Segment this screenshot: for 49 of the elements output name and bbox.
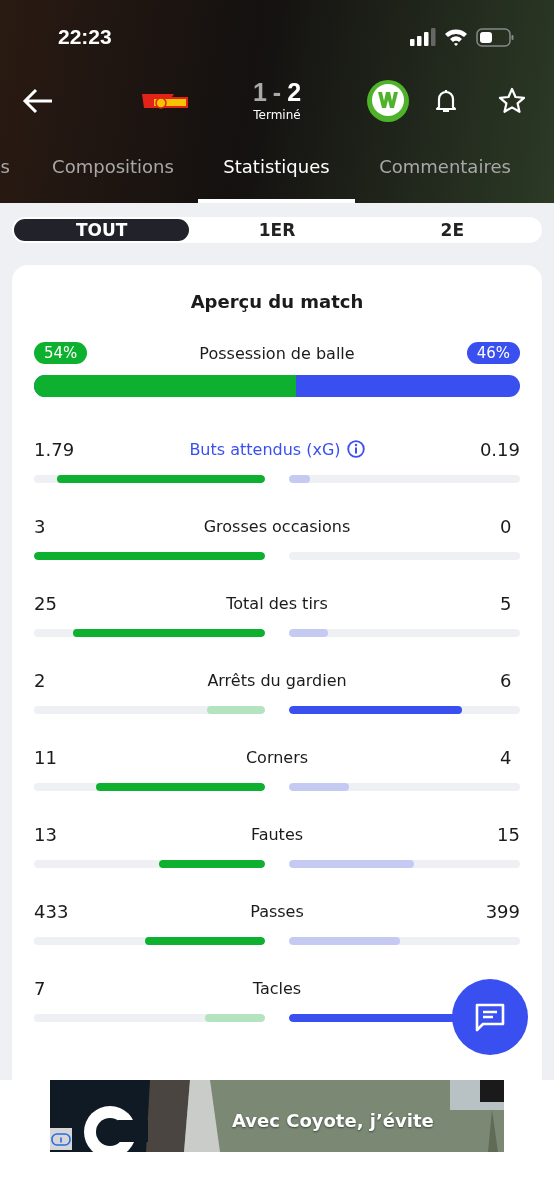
stat-label: Arrêts du gardien: [207, 670, 347, 690]
signal-icon: [410, 28, 436, 46]
stat-label[interactable]: Buts attendus (xG): [189, 439, 341, 459]
period-tab[interactable]: TOUT: [14, 219, 190, 241]
bell-icon[interactable]: [434, 88, 458, 114]
tab[interactable]: s: [0, 128, 10, 203]
away-possession: 46%: [466, 342, 520, 364]
chat-icon: [474, 1002, 506, 1032]
home-value: 11: [34, 746, 57, 768]
score-separator: -: [272, 80, 282, 105]
period-tab[interactable]: 2E: [364, 219, 540, 241]
away-value: 0: [500, 515, 513, 537]
away-value: 15: [497, 823, 520, 845]
clock-time: 22:23: [58, 25, 112, 49]
stat-label: Possession de balle: [199, 343, 355, 363]
stat-label: Tacles: [252, 978, 302, 998]
home-value: 433: [34, 900, 69, 922]
home-value: 3: [34, 515, 47, 537]
tab[interactable]: Compositions: [48, 128, 178, 203]
away-value: 399: [485, 900, 520, 922]
away-value: 5: [500, 592, 513, 614]
away-value: 6: [500, 669, 513, 691]
stat-label: Corners: [245, 747, 309, 767]
stat-label: Fautes: [250, 824, 304, 844]
stat-label: Grosses occasions: [203, 516, 351, 536]
club-crest-icon: [366, 79, 410, 123]
home-value: 25: [34, 592, 57, 614]
home-value: 13: [34, 823, 57, 845]
away-score: 2: [287, 80, 302, 105]
wifi-icon: [444, 28, 468, 46]
away-value: 0.19: [479, 438, 520, 460]
club-crest-icon: [142, 92, 188, 110]
home-score: 1: [252, 80, 267, 105]
home-possession: 54%: [34, 342, 88, 364]
ad-headline[interactable]: Avec Coyote, j’évite: [232, 1110, 434, 1131]
stat-label: Passes: [250, 901, 304, 921]
away-value: 4: [500, 746, 513, 768]
home-value: 2: [34, 669, 47, 691]
back-arrow-icon[interactable]: [22, 88, 54, 114]
period-tab[interactable]: 1ER: [189, 219, 365, 241]
star-icon[interactable]: [498, 87, 526, 115]
stat-label: Total des tirs: [226, 593, 328, 613]
home-value: 7: [34, 977, 47, 999]
tab[interactable]: Commentaires: [377, 128, 513, 203]
card-title: Aperçu du match: [189, 291, 365, 312]
home-value: 1.79: [34, 438, 75, 460]
match-status: Terminé: [253, 108, 301, 122]
battery-icon: [476, 27, 514, 47]
info-icon[interactable]: [346, 440, 365, 458]
